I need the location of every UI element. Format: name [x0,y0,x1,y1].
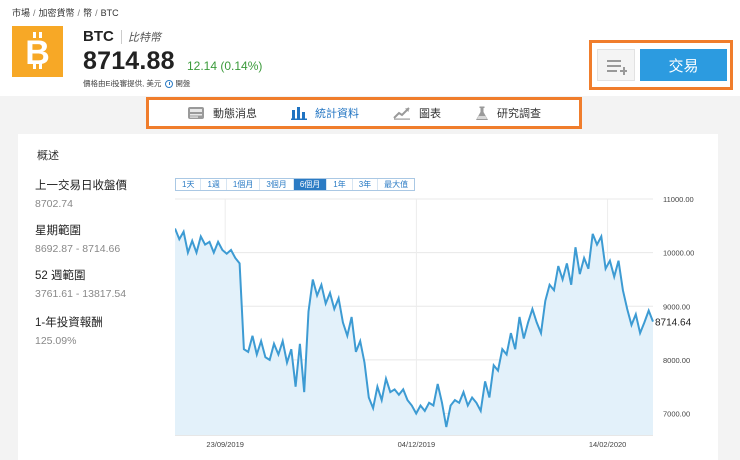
stat-prev-close: 上一交易日收盤價 8702.74 [35,177,127,210]
range-max-button[interactable]: 最大值 [378,179,414,190]
price-source-row: 價格由Ei投審提供, 美元 開盤 [83,78,190,89]
range-6m-button[interactable]: 6個月 [293,179,328,190]
x-tick-label: 14/02/2020 [589,440,627,449]
range-1d-button[interactable]: 1天 [176,179,202,190]
asset-price: 8714.88 [83,47,175,75]
tab-research-label: 研究調查 [497,108,541,120]
breadcrumb-markets[interactable]: 市場 [12,8,30,18]
stat-value: 125.09% [35,335,77,347]
news-icon [188,107,204,119]
range-1w-button[interactable]: 1週 [201,179,227,190]
stat-label: 上一交易日收盤價 [35,180,127,192]
tab-charts[interactable]: 圖表 [393,105,441,121]
svg-text:B: B [25,34,50,72]
stat-value: 8692.87 - 8714.66 [35,243,121,255]
range-selector: 1天 1週 1個月 3個月 6個月 1年 3年 最大值 [175,178,416,191]
range-3y-button[interactable]: 3年 [353,179,379,190]
breadcrumb-current: BTC [100,8,119,18]
y-tick-label: 11000.00 [663,195,694,204]
overview-title: 概述 [37,150,59,162]
breadcrumb-coins[interactable]: 幣 [83,8,92,18]
stats-bar-icon [291,107,307,120]
tab-news-label: 動態消息 [213,108,257,120]
breadcrumb: 市場 / 加密貨幣 / 幣 / BTC [12,8,119,18]
range-3m-button[interactable]: 3個月 [260,179,294,190]
y-tick-label: 7000.00 [663,410,690,419]
add-to-list-icon-line [607,70,617,72]
stat-52week-range: 52 週範圍 3761.61 - 13817.54 [35,267,126,300]
asset-symbol: BTC [83,28,114,45]
market-status: 開盤 [175,79,191,88]
stat-label: 52 週範圍 [35,270,86,282]
tab-stats-label: 統計資料 [315,108,359,120]
x-tick-label: 23/09/2019 [206,440,244,449]
y-tick-label: 10000.00 [663,249,694,258]
add-to-list-icon [607,60,621,62]
x-tick-label: 04/12/2019 [398,440,436,449]
section-tabs: 動態消息 統計資料 圖表 研究調查 [146,97,582,129]
tab-news[interactable]: 動態消息 [187,105,257,121]
range-1y-button[interactable]: 1年 [327,179,353,190]
add-to-list-icon-plus-v [622,67,625,75]
trade-button[interactable]: 交易 [640,49,727,81]
last-price-label: 8714.64 [655,318,692,329]
stat-1y-return: 1-年投資報酬 125.09% [35,314,103,347]
stat-value: 3761.61 - 13817.54 [35,288,127,300]
breadcrumb-crypto[interactable]: 加密貨幣 [39,8,75,18]
divider [120,29,122,44]
y-tick-label: 8000.00 [663,356,690,365]
add-to-watchlist-button[interactable] [597,49,635,81]
tab-stats[interactable]: 統計資料 [291,105,359,121]
asset-name: 比特幣 [127,31,161,44]
stat-label: 1-年投資報酬 [35,317,103,329]
range-1m-button[interactable]: 1個月 [227,179,261,190]
overview-card: 概述 上一交易日收盤價 8702.74 星期範圍 8692.87 - 8714.… [18,134,718,460]
btc-logo-icon: B [12,26,63,77]
price-source-text: 價格由Ei投審提供, 美元 [83,79,162,88]
asset-header: 市場 / 加密貨幣 / 幣 / BTC B BTC 比特幣 8714.88 12.14 (0… [0,0,740,96]
chart-icon [393,107,410,120]
y-tick-label: 9000.00 [663,302,690,311]
price-area-fill [175,228,653,435]
price-chart[interactable]: 11000.00 10000.00 9000.00 8000.00 7000.00 23/… [175,194,718,460]
tab-charts-label: 圖表 [419,108,441,120]
stat-label: 星期範圍 [35,225,81,237]
add-to-list-icon-line [607,65,621,67]
clock-icon [165,79,174,88]
trade-actions: 交易 [589,40,733,90]
price-change: 12.14 (0.14%) [187,59,263,73]
tab-research[interactable]: 研究調查 [475,105,541,121]
stat-week-range: 星期範圍 8692.87 - 8714.66 [35,222,120,255]
research-flask-icon [476,106,488,120]
stat-value: 8702.74 [35,198,73,210]
